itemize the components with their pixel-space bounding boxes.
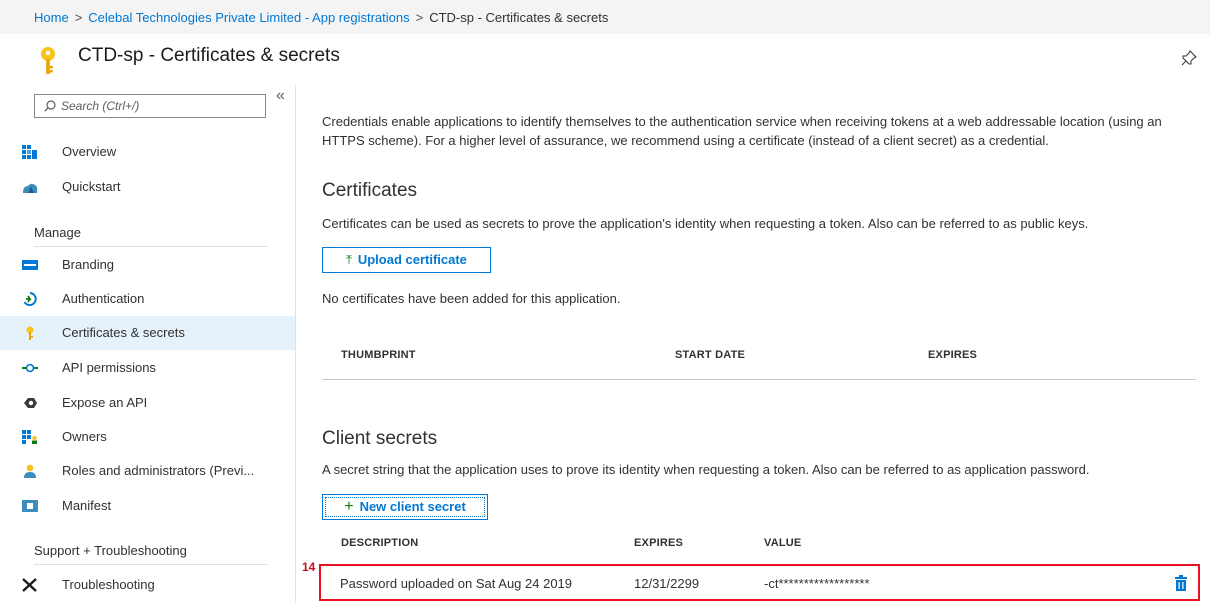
authentication-icon [23, 292, 37, 306]
sidebar-item-troubleshooting[interactable]: Troubleshooting [0, 568, 295, 602]
section-header-support: Support + Troubleshooting [34, 543, 187, 558]
upload-certificate-button[interactable]: ⤒ Upload certificate [322, 247, 491, 273]
column-header-thumbprint: THUMBPRINT [341, 349, 416, 361]
breadcrumb-separator: > [74, 10, 83, 25]
column-header-expires: EXPIRES [634, 537, 684, 549]
api-permissions-icon [22, 363, 38, 373]
key-icon [41, 47, 55, 74]
roles-icon [24, 464, 36, 478]
sidebar-item-label: Certificates & secrets [62, 325, 185, 340]
breadcrumb: Home > Celebal Technologies Private Limite… [34, 10, 608, 25]
secret-expires: 12/31/2299 [634, 576, 700, 591]
upload-certificate-label: Upload certificate [357, 252, 467, 267]
pin-icon[interactable] [1181, 50, 1197, 66]
sidebar-item-overview[interactable]: Overview [0, 135, 295, 169]
no-certificates-text: No certificates have been added for this… [322, 291, 621, 306]
manifest-icon [22, 500, 38, 512]
column-header-value: VALUE [764, 537, 802, 549]
table-row[interactable]: Password uploaded on Sat Aug 24 2019 12/… [319, 564, 1200, 601]
column-header-description: DESCRIPTION [341, 537, 419, 549]
search-icon [44, 100, 56, 112]
page-title: CTD-sp - Certificates & secrets [78, 45, 340, 66]
column-header-expires: EXPIRES [928, 349, 978, 361]
breadcrumb-bar: Home > Celebal Technologies Private Limite… [0, 0, 1210, 34]
search-box[interactable] [34, 94, 266, 118]
sidebar-item-label: Troubleshooting [62, 577, 155, 592]
sidebar-item-label: Authentication [62, 291, 145, 306]
divider [34, 564, 268, 565]
breadcrumb-current: CTD-sp - Certificates & secrets [429, 10, 609, 25]
plus-icon: + [344, 498, 354, 515]
sidebar-item-label: Quickstart [62, 179, 121, 194]
sidebar-item-quickstart[interactable]: Quickstart [0, 170, 295, 204]
table-divider [322, 379, 1196, 380]
overview-icon [22, 145, 37, 159]
breadcrumb-home[interactable]: Home [34, 10, 69, 25]
divider [34, 246, 268, 247]
sidebar-item-api-permissions[interactable]: API permissions [0, 351, 295, 385]
certificates-description: Certificates can be used as secrets to p… [322, 216, 1089, 231]
breadcrumb-separator: > [415, 10, 424, 25]
collapse-sidebar-button[interactable]: « [276, 87, 285, 105]
client-secrets-heading: Client secrets [322, 428, 438, 449]
secret-description: Password uploaded on Sat Aug 24 2019 [340, 576, 573, 591]
page-header: CTD-sp - Certificates & secrets [0, 38, 1210, 78]
sidebar-item-label: Expose an API [62, 395, 148, 410]
sidebar-item-label: Manifest [62, 498, 112, 513]
search-input[interactable] [61, 97, 257, 115]
delete-icon[interactable] [1174, 575, 1188, 591]
sidebar-item-label: Roles and administrators (Previ... [62, 463, 255, 478]
sidebar-item-branding[interactable]: Branding [0, 248, 295, 282]
troubleshooting-icon [22, 578, 37, 592]
secret-value[interactable]: -ct****************** [764, 576, 870, 591]
sidebar-item-manifest[interactable]: Manifest [0, 489, 295, 523]
upload-icon: ⤒ [346, 252, 352, 267]
sidebar-item-label: API permissions [62, 360, 156, 375]
sidebar-item-owners[interactable]: Owners [0, 420, 295, 454]
breadcrumb-app-registrations[interactable]: Celebal Technologies Private Limited - A… [88, 10, 409, 25]
expose-api-icon [24, 398, 37, 408]
column-header-start-date: START DATE [675, 349, 746, 361]
sidebar-item-certificates-secrets[interactable]: Certificates & secrets [0, 316, 295, 350]
sidebar-item-label: Overview [62, 144, 117, 159]
client-secrets-description: A secret string that the application use… [322, 462, 1090, 477]
sidebar-item-roles-administrators[interactable]: Roles and administrators (Previ... [0, 454, 295, 488]
sidebar: « Overview Quickstart Manage Branding [0, 85, 296, 603]
annotation-number: 14 [302, 560, 316, 574]
owners-icon [22, 430, 37, 444]
sidebar-item-label: Branding [62, 257, 115, 272]
intro-text: Credentials enable applications to ident… [322, 114, 1162, 148]
new-client-secret-label: New client secret [359, 499, 466, 514]
certificates-heading: Certificates [322, 180, 418, 201]
sidebar-item-expose-api[interactable]: Expose an API [0, 386, 295, 420]
branding-icon [22, 260, 38, 270]
new-client-secret-button[interactable]: + New client secret [322, 494, 488, 520]
sidebar-item-authentication[interactable]: Authentication [0, 282, 295, 316]
quickstart-icon [23, 183, 38, 193]
key-icon [26, 326, 34, 340]
section-header-manage: Manage [34, 225, 81, 240]
sidebar-item-label: Owners [62, 429, 107, 444]
